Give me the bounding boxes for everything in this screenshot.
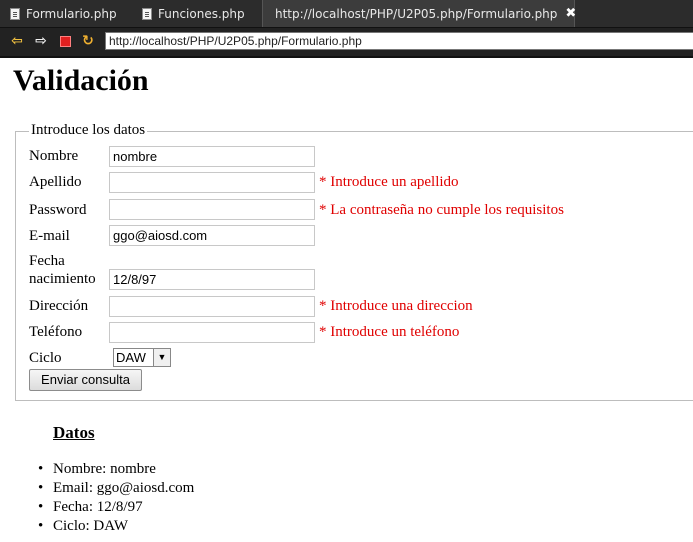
close-tab-icon[interactable]: ✖ <box>565 6 576 21</box>
tab-bar: Formulario.php Funciones.php http://loca… <box>0 0 693 28</box>
apellido-label: Apellido <box>29 174 82 190</box>
file-icon <box>142 7 152 20</box>
ciclo-label: Ciclo <box>29 350 62 366</box>
direccion-input[interactable] <box>109 296 315 317</box>
datos-heading: Datos <box>53 423 95 442</box>
navigation-bar: ⇦ ⇨ ↻ http://localhost/PHP/U2P05.php/For… <box>0 28 693 58</box>
email-label: E-mail <box>29 228 70 244</box>
page-content: Validación Introduce los datos Nombre no… <box>0 56 693 542</box>
telefono-label: Teléfono <box>29 324 83 340</box>
tab-label: Funciones.php <box>158 6 245 21</box>
apellido-input[interactable] <box>109 172 315 193</box>
tab-funciones[interactable]: Funciones.php <box>142 0 245 27</box>
password-label: Password <box>29 202 87 218</box>
email-input[interactable]: ggo@aiosd.com <box>109 225 315 246</box>
fecha-input[interactable]: 12/8/97 <box>109 269 315 290</box>
nombre-label: Nombre <box>29 148 79 164</box>
list-item: Email: ggo@aiosd.com <box>38 479 194 498</box>
back-arrow-icon[interactable]: ⇦ <box>9 33 25 49</box>
stop-icon[interactable] <box>57 33 73 49</box>
list-item: Fecha: 12/8/97 <box>38 498 194 517</box>
fecha-label-line1: Fecha <box>29 253 65 269</box>
submit-button[interactable]: Enviar consulta <box>29 369 142 391</box>
forward-arrow-icon[interactable]: ⇨ <box>33 33 49 49</box>
password-input[interactable] <box>109 199 315 220</box>
page-title: Validación <box>13 64 149 97</box>
reload-icon[interactable]: ↻ <box>80 33 96 49</box>
telefono-error: * Introduce un teléfono <box>319 324 460 340</box>
chevron-down-icon: ▼ <box>153 349 170 366</box>
password-error: * La contraseña no cumple los requisitos <box>319 202 564 218</box>
nombre-input[interactable]: nombre <box>109 146 315 167</box>
file-icon <box>10 7 20 20</box>
list-item: Nombre: nombre <box>38 460 194 479</box>
tab-active-page[interactable]: http://localhost/PHP/U2P05.php/Formulari… <box>262 0 576 27</box>
direccion-error: * Introduce una direccion <box>319 298 473 314</box>
list-item: Ciclo: DAW <box>38 517 194 536</box>
telefono-input[interactable] <box>109 322 315 343</box>
tab-formulario[interactable]: Formulario.php <box>10 0 117 27</box>
fecha-label-line2: nacimiento <box>29 271 96 287</box>
fieldset-legend: Introduce los datos <box>29 122 148 139</box>
datos-list: Nombre: nombre Email: ggo@aiosd.com Fech… <box>38 460 194 536</box>
ciclo-select[interactable]: DAW ▼ <box>113 348 171 367</box>
ciclo-selected-value: DAW <box>116 350 146 365</box>
tab-label: http://localhost/PHP/U2P05.php/Formulari… <box>275 6 558 21</box>
address-bar-input[interactable]: http://localhost/PHP/U2P05.php/Formulari… <box>105 32 693 50</box>
direccion-label: Dirección <box>29 298 89 314</box>
apellido-error: * Introduce un apellido <box>319 174 459 190</box>
tab-label: Formulario.php <box>26 6 117 21</box>
